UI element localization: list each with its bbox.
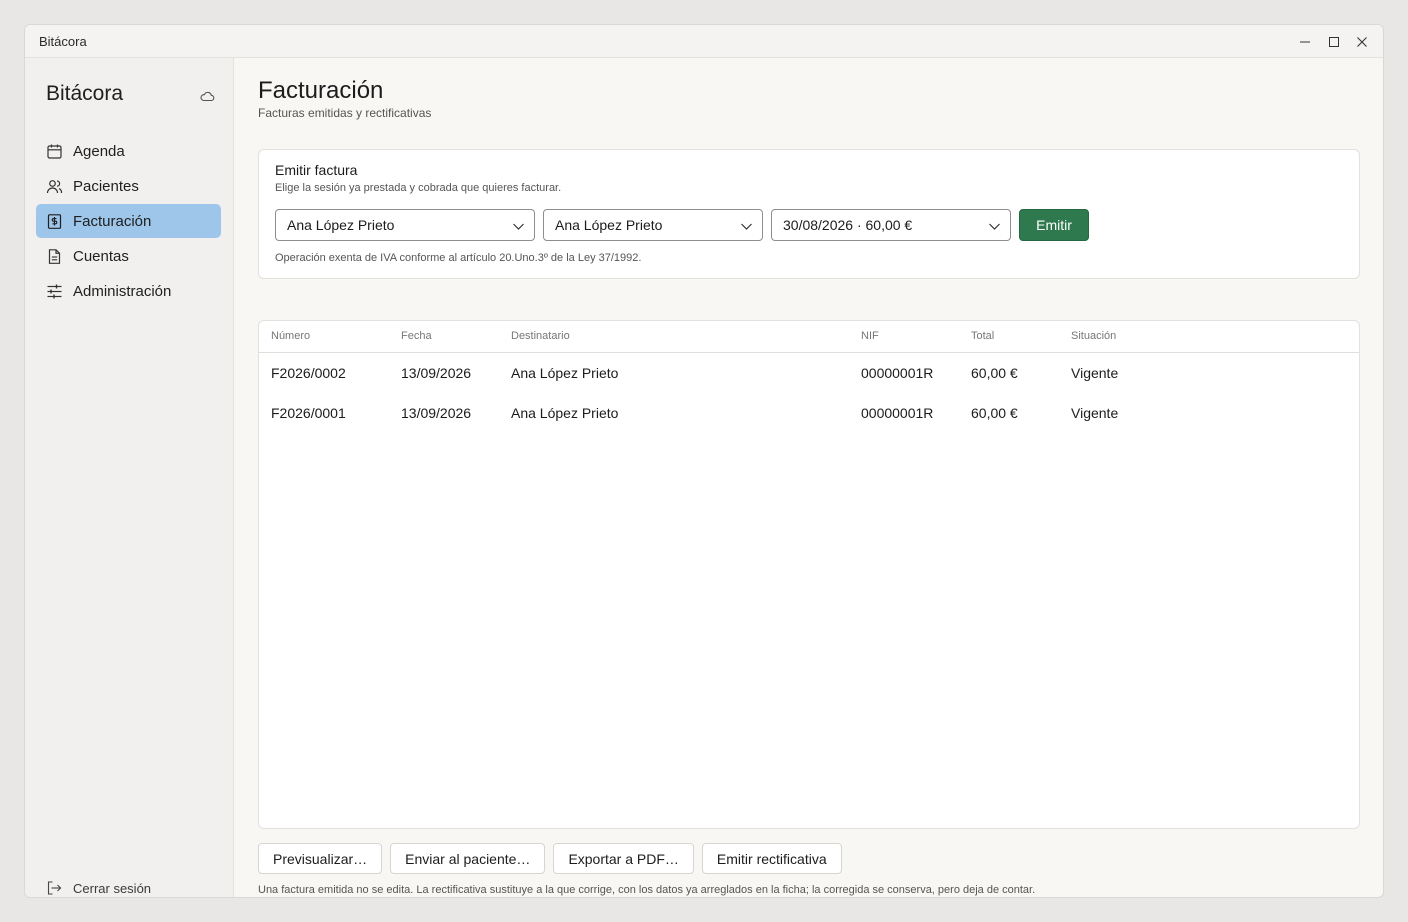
cell-total: 60,00 € <box>971 365 1018 381</box>
sliders-icon <box>46 283 63 300</box>
sidebar-item-cuentas[interactable]: Cuentas <box>36 239 221 273</box>
minimize-icon <box>1300 41 1310 43</box>
sidebar-nav: Agenda Pacientes Facturación Cuentas Adm… <box>36 134 221 309</box>
invoice-icon <box>46 213 63 230</box>
column-header-fecha[interactable]: Fecha <box>401 330 432 342</box>
column-header-situacion[interactable]: Situación <box>1071 330 1116 342</box>
sidebar-item-administracion[interactable]: Administración <box>36 274 221 308</box>
cell-nif: 00000001R <box>861 405 934 421</box>
logout-label: Cerrar sesión <box>73 880 152 896</box>
sidebar-item-label: Administración <box>73 282 172 300</box>
column-header-total[interactable]: Total <box>971 330 994 342</box>
table-row[interactable]: F2026/0001 13/09/2026 Ana López Prieto 0… <box>259 393 1359 433</box>
logout-button[interactable]: Cerrar sesión <box>46 880 151 896</box>
chevron-down-icon <box>989 223 1000 230</box>
sidebar-item-label: Pacientes <box>73 177 139 195</box>
vat-exemption-note: Operación exenta de IVA conforme al artí… <box>275 252 642 264</box>
close-button[interactable] <box>1351 31 1373 53</box>
column-header-nif[interactable]: NIF <box>861 330 879 342</box>
cell-total: 60,00 € <box>971 405 1018 421</box>
export-pdf-button[interactable]: Exportar a PDF… <box>553 843 694 874</box>
sidebar: Bitácora Agenda Pacientes Facturación Cu… <box>25 58 234 897</box>
patient-select[interactable]: Ana López Prieto <box>275 209 535 241</box>
emit-card-title: Emitir factura <box>275 162 358 178</box>
preview-button[interactable]: Previsualizar… <box>258 843 383 874</box>
table-header: Número Fecha Destinatario NIF Total Situ… <box>259 321 1359 353</box>
sidebar-item-pacientes[interactable]: Pacientes <box>36 169 221 203</box>
chevron-down-icon <box>513 223 524 230</box>
minimize-button[interactable] <box>1294 31 1316 53</box>
chevron-down-icon <box>741 223 752 230</box>
patient-select-value: Ana López Prieto <box>287 217 395 233</box>
emit-card-subtitle: Elige la sesión ya prestada y cobrada qu… <box>275 182 562 194</box>
window-title: Bitácora <box>39 34 87 49</box>
session-select[interactable]: 30/08/2026 · 60,00 € <box>771 209 1011 241</box>
sidebar-item-label: Facturación <box>73 212 152 230</box>
maximize-button[interactable] <box>1323 31 1345 53</box>
rectification-footnote: Una factura emitida no se edita. La rect… <box>258 884 1036 896</box>
document-icon <box>46 248 63 265</box>
emit-button[interactable]: Emitir <box>1019 209 1089 241</box>
invoices-table: Número Fecha Destinatario NIF Total Situ… <box>258 320 1360 829</box>
cell-status: Vigente <box>1071 365 1119 381</box>
logout-icon <box>46 880 62 896</box>
page-title: Facturación <box>258 77 384 104</box>
title-bar: Bitácora <box>25 25 1383 58</box>
column-header-destinatario[interactable]: Destinatario <box>511 330 570 342</box>
recipient-select[interactable]: Ana López Prieto <box>543 209 763 241</box>
emit-rectification-button[interactable]: Emitir rectificativa <box>701 843 842 874</box>
sidebar-item-label: Agenda <box>73 142 125 160</box>
app-window: Bitácora Bitácora Agenda Pacientes Factu… <box>24 24 1384 898</box>
sidebar-item-label: Cuentas <box>73 247 129 265</box>
calendar-icon <box>46 143 63 160</box>
maximize-icon <box>1329 37 1339 47</box>
cell-nif: 00000001R <box>861 365 934 381</box>
cell-number: F2026/0002 <box>271 365 346 381</box>
cell-recipient: Ana López Prieto <box>511 365 619 381</box>
session-select-value: 30/08/2026 · 60,00 € <box>783 217 913 233</box>
close-icon <box>1357 37 1367 47</box>
page-subtitle: Facturas emitidas y rectificativas <box>258 106 432 120</box>
cell-date: 13/09/2026 <box>401 405 472 421</box>
column-header-numero[interactable]: Número <box>271 330 310 342</box>
emit-invoice-card: Emitir factura Elige la sesión ya presta… <box>258 149 1360 279</box>
cell-date: 13/09/2026 <box>401 365 472 381</box>
cell-status: Vigente <box>1071 405 1119 421</box>
sidebar-item-facturacion[interactable]: Facturación <box>36 204 221 238</box>
send-to-patient-button[interactable]: Enviar al paciente… <box>390 843 546 874</box>
sidebar-item-agenda[interactable]: Agenda <box>36 134 221 168</box>
cell-recipient: Ana López Prieto <box>511 405 619 421</box>
table-row[interactable]: F2026/0002 13/09/2026 Ana López Prieto 0… <box>259 353 1359 393</box>
recipient-select-value: Ana López Prieto <box>555 217 663 233</box>
cell-number: F2026/0001 <box>271 405 346 421</box>
invoice-actions: Previsualizar… Enviar al paciente… Expor… <box>258 843 850 874</box>
users-icon <box>46 178 63 195</box>
main-content: Facturación Facturas emitidas y rectific… <box>234 58 1383 897</box>
brand-title: Bitácora <box>46 82 124 105</box>
cloud-sync-icon[interactable] <box>199 88 215 104</box>
